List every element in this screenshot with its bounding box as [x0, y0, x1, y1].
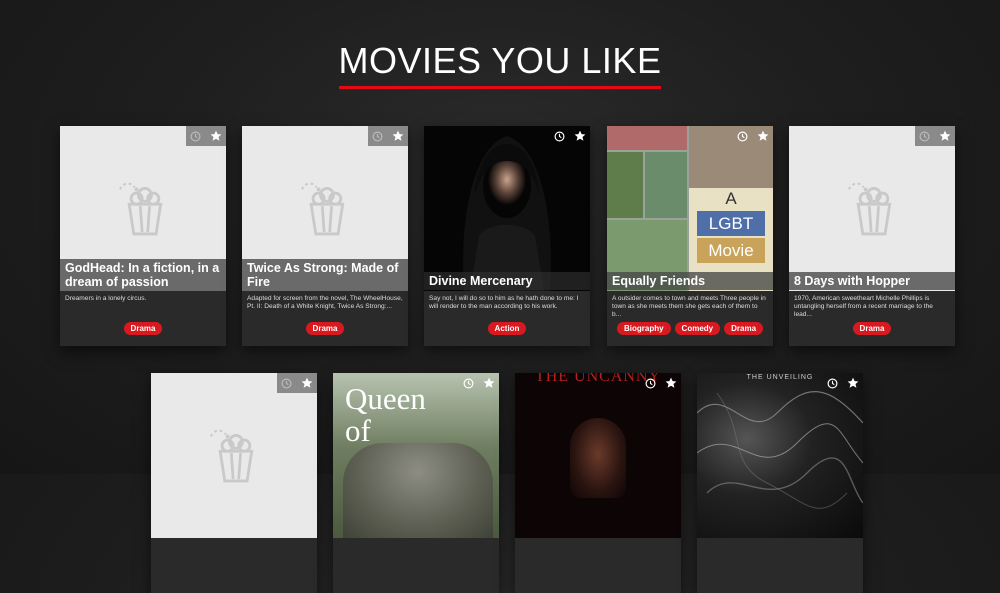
movie-card[interactable]: Twice As Strong: Made of Fire Adapted fo… — [242, 126, 408, 346]
star-icon[interactable] — [847, 377, 859, 389]
clock-icon[interactable] — [372, 131, 383, 142]
genre-tags: Action — [424, 322, 590, 335]
poster-image: Queen of — [333, 373, 499, 538]
movie-description: Say not, I will do so to him as he hath … — [429, 295, 579, 310]
movie-card[interactable]: THE UNCANNY — [515, 373, 681, 593]
poster-caption-line: of — [345, 413, 371, 448]
movie-title[interactable]: Divine Mercenary — [424, 272, 590, 290]
genre-tag[interactable]: Drama — [724, 322, 764, 335]
movie-description: 1970, American sweetheart Michelle Phill… — [794, 295, 933, 318]
movie-description: A outsider comes to town and meets Three… — [612, 295, 766, 318]
card-actions — [823, 373, 863, 393]
poster-caption-line: Movie — [697, 238, 765, 263]
clock-icon[interactable] — [737, 131, 748, 142]
card-actions — [733, 126, 773, 146]
movie-card[interactable]: THE UNVEILING — [697, 373, 863, 593]
popcorn-icon — [209, 425, 261, 483]
movie-card[interactable] — [151, 373, 317, 593]
clock-icon[interactable] — [919, 131, 930, 142]
card-actions — [550, 126, 590, 146]
card-actions — [641, 373, 681, 393]
star-icon[interactable] — [483, 377, 495, 389]
star-icon[interactable] — [665, 377, 677, 389]
star-icon[interactable] — [939, 130, 951, 142]
movie-card[interactable]: Queen of — [333, 373, 499, 593]
poster-image: A LGBT Movie — [607, 126, 773, 291]
genre-tags: Biography Comedy Drama — [607, 322, 773, 335]
clock-icon[interactable] — [645, 378, 656, 389]
movie-description: Adapted for screen from the novel, The W… — [247, 295, 403, 310]
genre-tags: Drama — [789, 322, 955, 335]
genre-tag[interactable]: Comedy — [674, 322, 721, 335]
collage-photo — [607, 126, 687, 150]
smoke-pattern — [697, 391, 863, 509]
stone-wall — [343, 443, 493, 538]
poster-placeholder — [151, 373, 317, 538]
movie-description: Dreamers in a lonely circus. — [65, 295, 147, 302]
card-actions — [915, 126, 955, 146]
poster-image: THE UNCANNY — [515, 373, 681, 538]
star-icon[interactable] — [392, 130, 404, 142]
popcorn-icon — [847, 178, 899, 236]
movie-card[interactable]: 8 Days with Hopper 1970, American sweeth… — [789, 126, 955, 346]
figure-silhouette — [570, 418, 626, 498]
movie-card[interactable]: A LGBT Movie Equally Friends A outsider … — [607, 126, 773, 346]
poster-caption-line: LGBT — [697, 211, 765, 236]
page-title: MOVIES YOU LIKE — [338, 40, 662, 89]
clock-icon[interactable] — [281, 378, 292, 389]
card-actions — [368, 126, 408, 146]
movie-title[interactable]: 8 Days with Hopper — [789, 272, 955, 290]
poster-caption-line: A — [725, 189, 737, 208]
poster-caption: A LGBT Movie — [697, 188, 765, 263]
hooded-woman-poster — [463, 136, 551, 291]
genre-tag[interactable]: Drama — [305, 322, 345, 335]
clock-icon[interactable] — [554, 131, 565, 142]
poster-caption-line: Queen — [345, 381, 426, 416]
poster-placeholder — [789, 126, 955, 291]
popcorn-icon — [118, 178, 170, 236]
movie-card[interactable]: Divine Mercenary Say not, I will do so t… — [424, 126, 590, 346]
popcorn-icon — [300, 178, 352, 236]
movie-card[interactable]: GodHead: In a fiction, in a dream of pas… — [60, 126, 226, 346]
genre-tag[interactable]: Action — [487, 322, 527, 335]
section-heading: MOVIES YOU LIKE — [0, 40, 1000, 89]
star-icon[interactable] — [757, 130, 769, 142]
poster-image — [424, 126, 590, 291]
movie-title[interactable]: Equally Friends — [607, 272, 773, 290]
clock-icon[interactable] — [827, 378, 838, 389]
collage-photo — [607, 152, 643, 218]
poster-caption: Queen of — [345, 383, 426, 447]
genre-tag[interactable]: Biography — [616, 322, 671, 335]
clock-icon[interactable] — [190, 131, 201, 142]
poster-image: THE UNVEILING — [697, 373, 863, 538]
movie-title[interactable]: GodHead: In a fiction, in a dream of pas… — [60, 259, 226, 291]
clock-icon[interactable] — [463, 378, 474, 389]
card-actions — [277, 373, 317, 393]
star-icon[interactable] — [574, 130, 586, 142]
genre-tag[interactable]: Drama — [852, 322, 892, 335]
genre-tags: Drama — [242, 322, 408, 335]
genre-tag[interactable]: Drama — [123, 322, 163, 335]
card-actions — [459, 373, 499, 393]
star-icon[interactable] — [301, 377, 313, 389]
star-icon[interactable] — [210, 130, 222, 142]
card-actions — [186, 126, 226, 146]
collage-photo — [645, 152, 687, 218]
genre-tags: Drama — [60, 322, 226, 335]
movie-title[interactable]: Twice As Strong: Made of Fire — [242, 259, 408, 291]
